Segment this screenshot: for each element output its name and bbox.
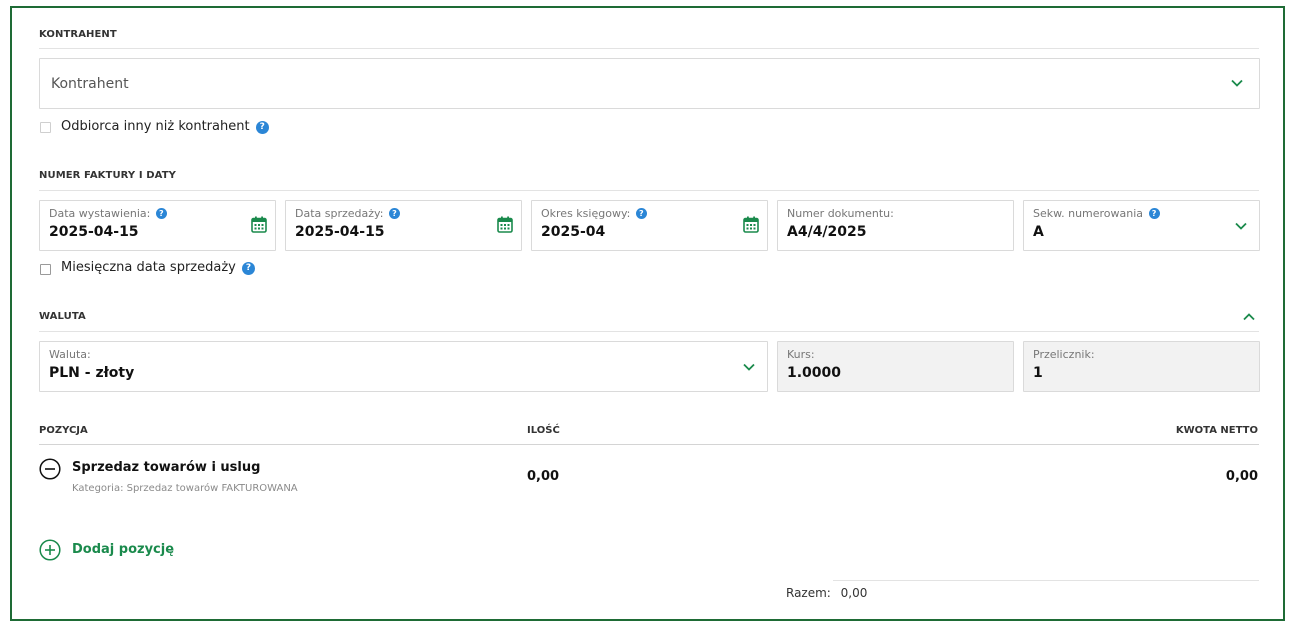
issue-date-field[interactable]: Data wystawienia: ? 2025-04-15 xyxy=(39,200,276,251)
total-value: 0,00 xyxy=(840,586,868,600)
total-label: Razem: xyxy=(786,586,831,600)
add-position-label: Dodaj pozycję xyxy=(72,542,175,557)
document-number-field[interactable]: Numer dokumentu: A4/4/2025 xyxy=(777,200,1014,251)
question-circle-icon[interactable]: ? xyxy=(155,208,167,219)
contractor-select[interactable]: Kontrahent xyxy=(39,58,1260,109)
issue-date-label: Data wystawienia: ? xyxy=(49,207,167,220)
chevron-down-icon xyxy=(743,363,755,371)
question-circle-icon[interactable]: ? xyxy=(255,121,269,134)
calendar-icon[interactable] xyxy=(497,216,513,233)
position-column-header: POZYCJA xyxy=(39,425,88,436)
converter-label: Przelicznik: xyxy=(1033,348,1095,361)
currency-label: Waluta: xyxy=(49,348,91,361)
monthly-sale-date-label: Miesięczna data sprzedaży ? xyxy=(61,260,255,275)
sale-date-label: Data sprzedaży: ? xyxy=(295,207,400,220)
question-circle-icon[interactable]: ? xyxy=(242,262,255,275)
numbering-sequence-label: Sekw. numerowania ? xyxy=(1033,207,1160,220)
exchange-rate-field: Kurs: 1.0000 xyxy=(777,341,1014,392)
currency-section-title: WALUTA xyxy=(39,311,86,322)
other-recipient-label-text: Odbiorca inny niż kontrahent xyxy=(61,119,250,134)
table-header-divider xyxy=(39,444,1259,445)
sale-date-value: 2025-04-15 xyxy=(295,224,385,240)
chevron-down-icon xyxy=(1235,222,1247,230)
other-recipient-label: Odbiorca inny niż kontrahent ? xyxy=(61,119,269,134)
question-circle-icon[interactable]: ? xyxy=(1148,208,1160,219)
chevron-up-icon[interactable] xyxy=(1243,313,1255,321)
section-divider xyxy=(39,331,1259,332)
document-number-label: Numer dokumentu: xyxy=(787,207,894,220)
calendar-icon[interactable] xyxy=(251,216,267,233)
calendar-icon[interactable] xyxy=(743,216,759,233)
numbering-sequence-value: A xyxy=(1033,224,1044,240)
question-circle-icon[interactable]: ? xyxy=(388,208,400,219)
exchange-rate-label: Kurs: xyxy=(787,348,815,361)
item-net-amount: 0,00 xyxy=(1225,469,1258,484)
question-circle-icon[interactable]: ? xyxy=(635,208,647,219)
other-recipient-checkbox[interactable] xyxy=(40,122,51,133)
currency-select[interactable]: Waluta: PLN - złoty xyxy=(39,341,768,392)
minus-circle-icon[interactable] xyxy=(39,458,61,480)
converter-field: Przelicznik: 1 xyxy=(1023,341,1260,392)
currency-value: PLN - złoty xyxy=(49,365,135,381)
monthly-sale-date-checkbox[interactable] xyxy=(40,264,51,275)
accounting-period-value: 2025-04 xyxy=(541,224,606,240)
item-quantity: 0,00 xyxy=(527,469,560,484)
accounting-period-label: Okres księgowy: ? xyxy=(541,207,647,220)
issue-date-value: 2025-04-15 xyxy=(49,224,139,240)
section-divider xyxy=(39,190,1259,191)
plus-circle-icon xyxy=(39,539,61,561)
document-number-value: A4/4/2025 xyxy=(787,224,867,240)
sale-date-field[interactable]: Data sprzedaży: ? 2025-04-15 xyxy=(285,200,522,251)
accounting-period-field[interactable]: Okres księgowy: ? 2025-04 xyxy=(531,200,768,251)
converter-value: 1 xyxy=(1033,365,1043,381)
total-row: Razem: 0,00 xyxy=(786,586,867,600)
section-divider xyxy=(39,48,1259,49)
contractor-section-title: KONTRAHENT xyxy=(39,29,117,40)
exchange-rate-value: 1.0000 xyxy=(787,365,842,381)
chevron-down-icon xyxy=(1231,79,1243,87)
net-amount-column-header: KWOTA NETTO xyxy=(1175,425,1258,436)
item-name[interactable]: Sprzedaz towarów i uslug xyxy=(72,460,260,475)
contractor-select-placeholder: Kontrahent xyxy=(51,76,129,92)
monthly-sale-date-label-text: Miesięczna data sprzedaży xyxy=(61,260,236,275)
item-category: Kategoria: Sprzedaz towarów FAKTUROWANA xyxy=(72,483,298,494)
invoice-section-title: NUMER FAKTURY I DATY xyxy=(39,170,176,181)
invoice-form-panel: KONTRAHENT Kontrahent Odbiorca inny niż … xyxy=(10,6,1285,621)
quantity-column-header: ILOŚĆ xyxy=(527,425,560,436)
total-divider xyxy=(833,580,1259,581)
numbering-sequence-select[interactable]: Sekw. numerowania ? A xyxy=(1023,200,1260,251)
